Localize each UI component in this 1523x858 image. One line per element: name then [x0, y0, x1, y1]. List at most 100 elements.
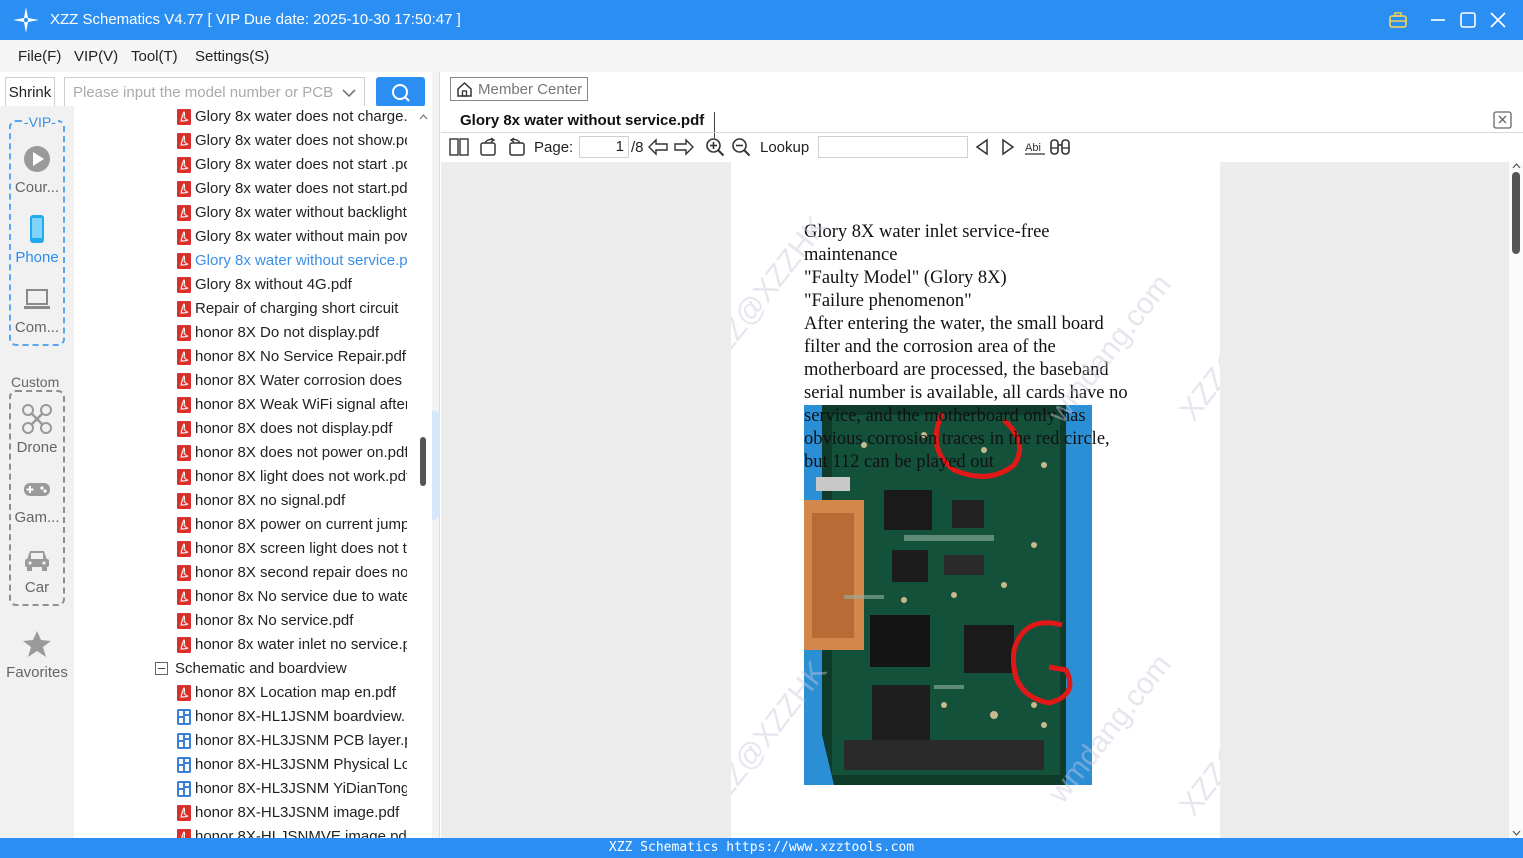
collapse-toggle-icon[interactable] — [155, 662, 168, 675]
pdf-file-icon — [177, 157, 191, 173]
tree-item[interactable]: honor 8X-HL3JSNM Physical Location — [74, 753, 414, 777]
member-center-button[interactable]: Member Center — [450, 77, 588, 101]
scroll-up-icon[interactable] — [1512, 162, 1521, 170]
tree-item[interactable]: honor 8X-HL3JSNM image.pdf — [74, 801, 414, 825]
tree-item[interactable]: honor 8X no signal.pdf — [74, 489, 414, 513]
rail-item-drone[interactable]: Drone — [0, 404, 74, 462]
pdf-file-icon — [177, 253, 191, 269]
minimize-icon[interactable] — [1428, 10, 1448, 30]
find-binoculars-icon[interactable] — [1050, 137, 1070, 157]
tree-item[interactable]: Glory 8x water without main power.pdf — [74, 225, 414, 249]
rail-item-phone[interactable]: Phone — [0, 214, 74, 272]
tree-item-label: honor 8X Do not display.pdf — [195, 324, 380, 341]
rail-item-favorites[interactable]: Favorites — [0, 629, 74, 687]
tree-item[interactable]: honor 8X-HLJSNMVE image.pdf — [74, 825, 414, 838]
pdf-file-icon — [177, 685, 191, 701]
boardview-file-icon — [177, 757, 191, 773]
pdf-file-icon — [177, 541, 191, 557]
tree-item[interactable]: honor 8X-HL1JSNM boardview. — [74, 705, 414, 729]
menu-file[interactable]: File(F) — [18, 48, 61, 65]
tree-item[interactable]: honor 8X light does not work.pdf — [74, 465, 414, 489]
tree-item[interactable]: honor 8x water inlet no service.pdf — [74, 633, 414, 657]
shrink-button[interactable]: Shrink — [5, 77, 55, 108]
star-icon — [23, 631, 51, 657]
tree-item[interactable]: honor 8X Water corrosion does not start.… — [74, 369, 414, 393]
rail-item-course[interactable]: Cour... — [0, 144, 74, 202]
tree-folder[interactable]: Schematic and boardview — [74, 657, 414, 681]
zoom-in-icon[interactable] — [705, 137, 725, 157]
viewer-scrollbar[interactable] — [1509, 162, 1523, 838]
vip-briefcase-icon[interactable] — [1388, 10, 1408, 30]
doc-line: but 112 can be played out — [804, 452, 994, 472]
maximize-icon[interactable] — [1458, 10, 1478, 30]
tree-item[interactable]: honor 8X No Service Repair.pdf — [74, 345, 414, 369]
scroll-down-icon[interactable] — [1512, 829, 1521, 837]
rail-item-car[interactable]: Car — [0, 544, 74, 602]
tree-item-label: honor 8X Location map en.pdf — [195, 684, 396, 701]
tree-item[interactable]: Glory 8x water does not show.pdf — [74, 129, 414, 153]
tree-item[interactable]: Glory 8x water without backlight.pdf — [74, 201, 414, 225]
rail-item-computer[interactable]: Com... — [0, 284, 74, 342]
two-page-icon[interactable] — [449, 137, 469, 157]
tree-item[interactable]: Glory 8x water does not start .pdf — [74, 153, 414, 177]
tree-item[interactable]: honor 8X does not display.pdf — [74, 417, 414, 441]
tree-item-label: Glory 8x without 4G.pdf — [195, 276, 352, 293]
rotate-left-icon[interactable] — [506, 137, 526, 157]
tree-item-label: honor 8X light does not work.pdf — [195, 468, 407, 485]
pdf-file-icon — [177, 613, 191, 629]
rail-item-label: Drone — [16, 439, 58, 456]
close-tab-icon[interactable] — [1493, 111, 1512, 129]
page-number-input[interactable]: 1 — [579, 136, 629, 158]
close-icon[interactable] — [1488, 10, 1508, 30]
viewer-toolbar: Page: 1 /8 Lookup Abi — [441, 133, 1523, 162]
tree-item[interactable]: Glory 8x water without service.pdf — [74, 249, 414, 273]
find-next-icon[interactable] — [998, 137, 1018, 157]
match-case-icon[interactable]: Abi — [1024, 137, 1046, 157]
page-label: Page: — [534, 139, 574, 156]
tree-item-label: honor 8X-HL3JSNM image.pdf — [195, 804, 400, 821]
lookup-input[interactable] — [818, 136, 968, 158]
tree-item[interactable]: Repair of charging short circuit — [74, 297, 414, 321]
tree-item[interactable]: honor 8X second repair does not boot.pdf — [74, 561, 414, 585]
car-icon — [25, 551, 49, 571]
pdf-file-icon — [177, 373, 191, 389]
tree-item[interactable]: honor 8X-HL3JSNM YiDianTong — [74, 777, 414, 801]
search-button[interactable] — [376, 77, 425, 107]
viewer-scroll-thumb[interactable] — [1512, 172, 1520, 254]
tree-item[interactable]: honor 8X Location map en.pdf — [74, 681, 414, 705]
tree-item[interactable]: honor 8X-HL3JSNM PCB layer.pcb — [74, 729, 414, 753]
pdf-file-icon — [177, 349, 191, 365]
chevron-down-icon[interactable] — [341, 85, 357, 101]
tree-item[interactable]: honor 8X power on current jump.pdf — [74, 513, 414, 537]
app-logo-icon — [13, 7, 39, 33]
tree-item[interactable]: Glory 8x water does not start.pdf — [74, 177, 414, 201]
tree-item[interactable]: honor 8X Do not display.pdf — [74, 321, 414, 345]
collapse-handle[interactable] — [432, 410, 440, 520]
tree-item-label: Repair of charging short circuit — [195, 300, 399, 317]
tree-item[interactable]: Glory 8x without 4G.pdf — [74, 273, 414, 297]
menu-tool[interactable]: Tool(T) — [131, 48, 178, 65]
tree-item-label: Glory 8x water does not start .pdf — [195, 156, 407, 173]
menu-vip[interactable]: VIP(V) — [74, 48, 118, 65]
tree-item[interactable]: Glory 8x water does not charge.pdf — [74, 106, 414, 129]
tree-item[interactable]: honor 8x No service due to water.pdf — [74, 585, 414, 609]
menu-settings[interactable]: Settings(S) — [195, 48, 269, 65]
tree-item[interactable]: honor 8X does not power on.pdf — [74, 441, 414, 465]
member-center-label: Member Center — [478, 81, 583, 98]
tree-scrollbar[interactable] — [415, 112, 431, 838]
tree-item-label: Glory 8x water without main power.pdf — [195, 228, 407, 245]
find-previous-icon[interactable] — [972, 137, 992, 157]
rail-item-game[interactable]: Gam... — [0, 474, 74, 532]
scroll-up-icon[interactable] — [419, 112, 428, 121]
search-input[interactable] — [65, 78, 335, 107]
tree-item[interactable]: honor 8X screen light does not turn on.p… — [74, 537, 414, 561]
zoom-out-icon[interactable] — [731, 137, 751, 157]
previous-page-icon[interactable] — [648, 137, 668, 157]
tree-item[interactable]: honor 8X Weak WiFi signal after water.pd… — [74, 393, 414, 417]
tree-scroll-thumb[interactable] — [420, 437, 426, 486]
next-page-icon[interactable] — [674, 137, 694, 157]
pdf-viewer[interactable]: Glory 8X water inlet service-free mainte… — [441, 162, 1523, 838]
rotate-right-icon[interactable] — [479, 137, 499, 157]
tree-item[interactable]: honor 8x No service.pdf — [74, 609, 414, 633]
pane-splitter[interactable] — [432, 72, 440, 838]
